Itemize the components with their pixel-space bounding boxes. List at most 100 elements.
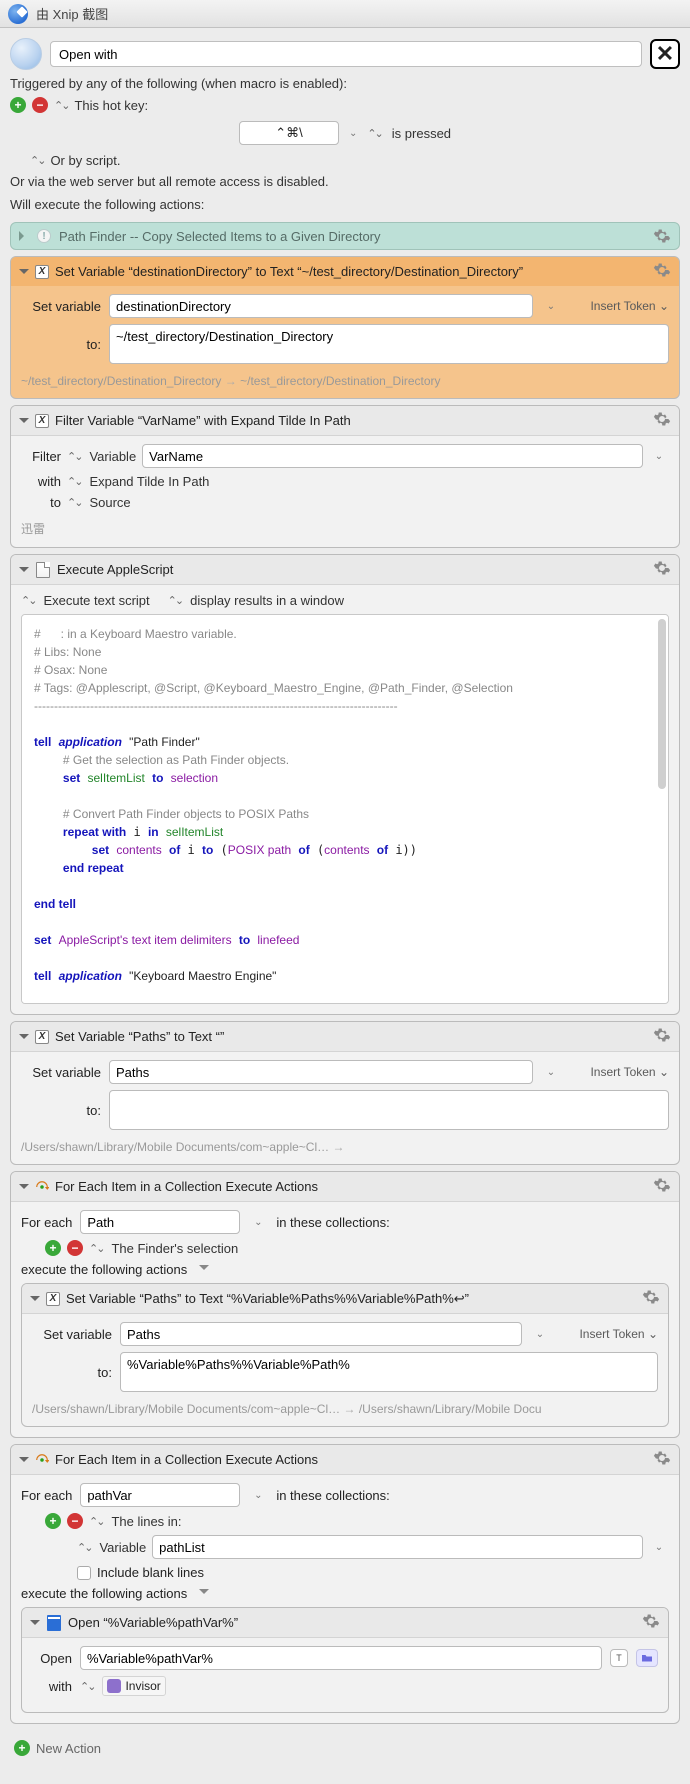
display-results-option[interactable]: display results in a window <box>190 593 344 608</box>
updown-icon[interactable]: ⌃⌄ <box>54 99 68 112</box>
play-icon <box>19 231 29 241</box>
updown-icon[interactable]: ⌃⌄ <box>77 1541 91 1554</box>
include-blank-checkbox[interactable] <box>77 1566 91 1580</box>
remove-collection-button[interactable]: − <box>67 1240 83 1256</box>
disclosure-triangle-icon[interactable] <box>19 418 29 428</box>
text-token-button[interactable]: T <box>610 1649 628 1667</box>
or-by-script-label: Or by script. <box>50 153 120 168</box>
to-text-input[interactable] <box>109 1090 669 1130</box>
gear-button[interactable] <box>653 559 671 580</box>
loop-variable-input[interactable] <box>80 1483 240 1507</box>
updown-icon[interactable]: ⌃⌄ <box>80 1680 94 1693</box>
app-selector[interactable]: Invisor <box>102 1676 165 1696</box>
updown-icon[interactable]: ⌃⌄ <box>67 450 81 463</box>
variable-name-input[interactable] <box>120 1322 522 1346</box>
macro-name-input[interactable] <box>50 41 642 67</box>
disclosure-triangle-icon[interactable] <box>19 269 29 279</box>
with-label: with <box>21 474 61 489</box>
gear-button[interactable] <box>653 1026 671 1047</box>
add-collection-button[interactable]: + <box>45 1240 61 1256</box>
action-header[interactable]: For Each Item in a Collection Execute Ac… <box>11 1445 679 1475</box>
disclosure-triangle-icon[interactable] <box>19 1457 29 1467</box>
variable-icon: X <box>35 1030 49 1044</box>
include-blank-label: Include blank lines <box>97 1565 204 1580</box>
add-collection-button[interactable]: + <box>45 1513 61 1529</box>
hotkey-field[interactable]: ⌃⌘\ <box>239 121 339 145</box>
disclosure-triangle-icon[interactable] <box>199 1589 209 1599</box>
disclosure-triangle-icon[interactable] <box>19 567 29 577</box>
chevron-down-icon[interactable]: ⌄ <box>248 1483 268 1507</box>
action-title: For Each Item in a Collection Execute Ac… <box>55 1179 318 1194</box>
gear-button[interactable] <box>653 261 671 282</box>
set-variable-label: Set variable <box>32 1327 112 1342</box>
action-header[interactable]: For Each Item in a Collection Execute Ac… <box>11 1172 679 1202</box>
nested-action-open: Open “%Variable%pathVar%” Open T with ⌃⌄… <box>21 1607 669 1713</box>
exec-text-script-option[interactable]: Execute text script <box>43 593 149 608</box>
insert-token-button[interactable]: Insert Token ⌄ <box>569 1065 669 1079</box>
insert-token-button[interactable]: Insert Token ⌄ <box>558 1327 658 1341</box>
gear-button[interactable] <box>642 1288 660 1309</box>
new-action-row[interactable]: + New Action <box>0 1730 690 1774</box>
insert-token-button[interactable]: Insert Token ⌄ <box>569 299 669 313</box>
disclosure-triangle-icon[interactable] <box>19 1034 29 1044</box>
action-filter-variable: X Filter Variable “VarName” with Expand … <box>10 405 680 548</box>
updown-icon[interactable]: ⌃⌄ <box>67 475 81 488</box>
action-header[interactable]: X Set Variable “destinationDirectory” to… <box>11 257 679 286</box>
open-path-input[interactable] <box>80 1646 602 1670</box>
hotkey-trigger-label: This hot key: <box>74 98 148 113</box>
add-action-icon: + <box>14 1740 30 1756</box>
action-header[interactable]: X Set Variable “Paths” to Text “%Variabl… <box>22 1284 668 1314</box>
updown-icon[interactable]: ⌃⌄ <box>367 127 381 140</box>
updown-icon[interactable]: ⌃⌄ <box>89 1242 103 1255</box>
chevron-down-icon[interactable]: ⌄ <box>649 444 669 468</box>
updown-icon[interactable]: ⌃⌄ <box>21 594 35 607</box>
disclosure-triangle-icon[interactable] <box>30 1296 40 1306</box>
filter-variable-input[interactable] <box>142 444 643 468</box>
action-header[interactable]: X Set Variable “Paths” to Text “” <box>11 1022 679 1052</box>
disclosure-triangle-icon[interactable] <box>19 1184 29 1194</box>
disclosure-triangle-icon[interactable] <box>30 1620 40 1630</box>
updown-icon[interactable]: ⌃⌄ <box>89 1515 103 1528</box>
action-execute-applescript: Execute AppleScript ⌃⌄ Execute text scri… <box>10 554 680 1015</box>
updown-icon[interactable]: ⌃⌄ <box>67 496 81 509</box>
macro-icon[interactable] <box>10 38 42 70</box>
chevron-down-icon[interactable]: ⌄ <box>541 1060 561 1084</box>
nested-action-set-variable-paths: X Set Variable “Paths” to Text “%Variabl… <box>21 1283 669 1427</box>
gear-button[interactable] <box>653 410 671 431</box>
chevron-down-icon[interactable]: ⌄ <box>649 1535 669 1559</box>
gear-button[interactable] <box>642 1612 660 1633</box>
disabled-action[interactable]: ! Path Finder -- Copy Selected Items to … <box>10 222 680 250</box>
action-header[interactable]: Execute AppleScript <box>11 555 679 585</box>
gear-button[interactable] <box>653 1449 671 1470</box>
gear-button[interactable] <box>653 1176 671 1197</box>
close-button[interactable]: ✕ <box>650 39 680 69</box>
to-text-input[interactable]: %Variable%Paths%%Variable%Path% <box>120 1352 658 1392</box>
disclosure-triangle-icon[interactable] <box>199 1265 209 1275</box>
chevron-down-icon[interactable]: ⌄ <box>349 128 357 139</box>
browse-button[interactable] <box>636 1649 658 1667</box>
add-trigger-button[interactable]: + <box>10 97 26 113</box>
updown-icon[interactable]: ⌃⌄ <box>168 594 182 607</box>
remove-collection-button[interactable]: − <box>67 1513 83 1529</box>
lines-variable-input[interactable] <box>152 1535 643 1559</box>
gear-icon[interactable] <box>653 227 671 245</box>
action-title: For Each Item in a Collection Execute Ac… <box>55 1452 318 1467</box>
action-title: Set Variable “Paths” to Text “%Variable%… <box>66 1291 469 1307</box>
chevron-down-icon[interactable]: ⌄ <box>541 294 561 318</box>
exec-header: Will execute the following actions: <box>0 193 690 216</box>
script-editor[interactable]: # : in a Keyboard Maestro variable. # Li… <box>21 614 669 1004</box>
chevron-down-icon[interactable]: ⌄ <box>530 1322 550 1346</box>
action-set-variable-paths: X Set Variable “Paths” to Text “” Set va… <box>10 1021 680 1165</box>
action-header[interactable]: X Filter Variable “VarName” with Expand … <box>11 406 679 436</box>
loop-variable-input[interactable] <box>80 1210 240 1234</box>
scrollbar[interactable] <box>658 619 666 789</box>
chevron-down-icon[interactable]: ⌄ <box>248 1210 268 1234</box>
variable-name-input[interactable] <box>109 1060 533 1084</box>
updown-icon[interactable]: ⌃⌄ <box>30 154 44 167</box>
action-header[interactable]: Open “%Variable%pathVar%” <box>22 1608 668 1638</box>
remove-trigger-button[interactable]: − <box>32 97 48 113</box>
to-text-input[interactable]: ~/test_directory/Destination_Directory <box>109 324 669 364</box>
action-title: Set Variable “Paths” to Text “” <box>55 1029 224 1044</box>
action-footer: /Users/shawn/Library/Mobile Documents/co… <box>21 1136 669 1154</box>
variable-name-input[interactable] <box>109 294 533 318</box>
